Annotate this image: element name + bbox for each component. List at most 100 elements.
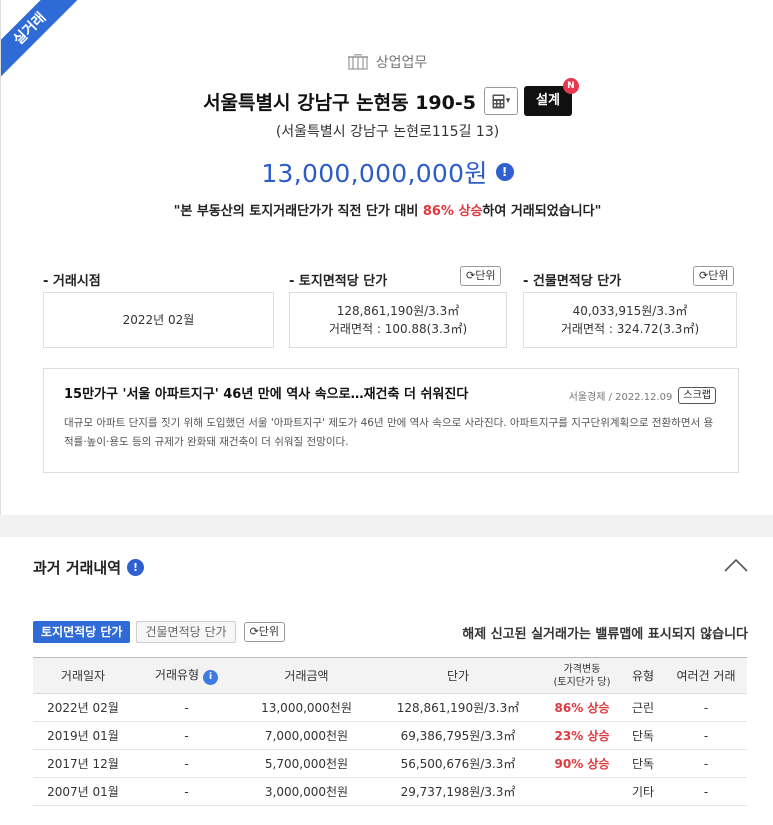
history-title: 과거 거래내역 ! bbox=[33, 557, 145, 578]
cell-amount: 7,000,000천원 bbox=[240, 721, 373, 750]
cell-amount: 3,000,000천원 bbox=[240, 777, 373, 806]
rise-percent: 86% 상승 bbox=[422, 204, 483, 219]
cell-kind: 근린 bbox=[621, 693, 665, 722]
building-area-value: 거래면적 : 324.72(3.3㎡) bbox=[560, 322, 700, 336]
road-address: (서울특별시 강남구 논현로115길 13) bbox=[275, 124, 500, 140]
cell-type: - bbox=[133, 777, 240, 806]
table-header-row: 거래일자 거래유형 i 거래금액 단가 가격변동 (토지단가 당) 유형 여러건 거… bbox=[33, 657, 747, 694]
building-unit-button[interactable]: ⟳단위 bbox=[693, 266, 735, 286]
design-button[interactable]: 설계 N bbox=[523, 78, 579, 116]
cell-kind: 단독 bbox=[621, 721, 665, 750]
price-rise-message: "본 부동산의 토지거래단가가 직전 단가 대비 86% 상승하여 거래되었습니… bbox=[1, 200, 773, 219]
building-icon bbox=[347, 54, 368, 70]
cell-date: 2007년 01월 bbox=[33, 777, 133, 806]
trade-history-section: 과거 거래내역 ! 토지면적당 단가 건물면적당 단가 ⟳단위 해제 신고된 실… bbox=[0, 537, 773, 825]
chevron-up-icon[interactable] bbox=[723, 557, 749, 573]
cell-multi: - bbox=[665, 777, 747, 806]
category-label: 상업업무 bbox=[375, 55, 428, 71]
cell-unit-price: 56,500,676원/3.3㎡ bbox=[373, 749, 543, 778]
cell-kind: 단독 bbox=[621, 749, 665, 778]
col-type: 거래유형 i bbox=[133, 657, 240, 694]
trade-date-label: - 거래시점 bbox=[43, 274, 101, 289]
trade-date-box: 2022년 02월 bbox=[43, 292, 274, 348]
scrap-button[interactable]: 스크랩 bbox=[678, 387, 716, 404]
history-info-icon[interactable]: ! bbox=[127, 559, 145, 576]
trade-history-table: 거래일자 거래유형 i 거래금액 단가 가격변동 (토지단가 당) 유형 여러건 거… bbox=[33, 657, 747, 806]
cell-unit-price: 29,737,198원/3.3㎡ bbox=[373, 777, 543, 806]
tab-building-price[interactable]: 건물면적당 단가 bbox=[136, 621, 236, 643]
property-category: 상업업무 bbox=[1, 52, 773, 72]
news-body: 대규모 아파트 단지를 짓기 위해 도입했던 서울 '아파트지구' 제도가 46… bbox=[64, 417, 714, 448]
calculator-button[interactable]: ▾ bbox=[483, 87, 518, 115]
cancel-notice: 해제 신고된 실거래가는 밸류맵에 표시되지 않습니다 bbox=[462, 627, 748, 642]
cell-multi: - bbox=[665, 721, 747, 750]
history-title-text: 과거 거래내역 bbox=[33, 559, 122, 577]
col-change-line2: (토지단가 당) bbox=[553, 676, 611, 688]
col-multi: 여러건 거래 bbox=[665, 657, 747, 694]
cell-amount: 13,000,000천원 bbox=[240, 693, 373, 722]
section-divider bbox=[0, 515, 773, 537]
cell-multi: - bbox=[665, 693, 747, 722]
history-unit-button[interactable]: ⟳단위 bbox=[243, 622, 286, 642]
rise-prefix: "본 부동산의 토지거래단가가 직전 단가 대비 bbox=[173, 204, 423, 219]
property-summary-card: 실거래 상업업무 서울특별시 강남구 논현동 190-5 ▾ 설계 N (서울특 bbox=[0, 0, 773, 515]
history-unit-label: 단위 bbox=[258, 625, 280, 638]
dropdown-arrow-icon: ▾ bbox=[505, 96, 511, 106]
cell-change: 23% 상승 bbox=[543, 721, 621, 750]
table-row: 2017년 12월 - 5,700,000천원 56,500,676원/3.3㎡… bbox=[33, 749, 747, 778]
cell-type: - bbox=[133, 693, 240, 722]
unit-tabs: 토지면적당 단가 건물면적당 단가 ⟳단위 bbox=[33, 621, 286, 643]
cell-unit-price: 128,861,190원/3.3㎡ bbox=[373, 693, 543, 722]
cell-type: - bbox=[133, 721, 240, 750]
cell-kind: 기타 bbox=[621, 777, 665, 806]
trade-date-value: 2022년 02월 bbox=[122, 313, 195, 327]
col-type-label: 거래유형 bbox=[154, 668, 200, 682]
new-badge: N bbox=[562, 78, 579, 94]
land-price-value: 128,861,190원/3.3㎡ bbox=[336, 304, 460, 318]
cell-amount: 5,700,000천원 bbox=[240, 749, 373, 778]
building-unit-label: 단위 bbox=[708, 269, 729, 282]
price-row: 13,000,000,000원 ! bbox=[1, 154, 773, 190]
cell-unit-price: 69,386,795원/3.3㎡ bbox=[373, 721, 543, 750]
building-price-label: - 건물면적당 단가 bbox=[523, 274, 622, 289]
table-row: 2022년 02월 - 13,000,000천원 128,861,190원/3.… bbox=[33, 693, 747, 722]
col-change-line1: 가격변동 bbox=[563, 663, 601, 675]
table-row: 2019년 01월 - 7,000,000천원 69,386,795원/3.3㎡… bbox=[33, 721, 747, 750]
cell-change: 90% 상승 bbox=[543, 749, 621, 778]
cell-multi: - bbox=[665, 749, 747, 778]
table-row: 2007년 01월 - 3,000,000천원 29,737,198원/3.3㎡… bbox=[33, 777, 747, 806]
land-price-box: 128,861,190원/3.3㎡ 거래면적 : 100.88(3.3㎡) bbox=[289, 292, 507, 348]
calculator-icon bbox=[492, 94, 505, 108]
col-date: 거래일자 bbox=[33, 657, 133, 694]
land-area-value: 거래면적 : 100.88(3.3㎡) bbox=[328, 322, 468, 336]
design-button-label: 설계 bbox=[535, 93, 560, 108]
building-price-box: 40,033,915원/3.3㎡ 거래면적 : 324.72(3.3㎡) bbox=[523, 292, 737, 348]
property-address: 서울특별시 강남구 논현동 190-5 bbox=[203, 91, 476, 114]
news-source-text: 서울경제 / 2022.12.09 bbox=[568, 392, 673, 403]
cell-change bbox=[543, 777, 621, 806]
address-row: 서울특별시 강남구 논현동 190-5 ▾ 설계 N bbox=[1, 78, 773, 116]
rise-suffix: 하여 거래되었습니다" bbox=[482, 204, 602, 219]
trade-price: 13,000,000,000원 bbox=[261, 159, 488, 188]
tab-land-price[interactable]: 토지면적당 단가 bbox=[33, 621, 131, 643]
col-price-change: 가격변동 (토지단가 당) bbox=[543, 657, 621, 694]
land-unit-button[interactable]: ⟳단위 bbox=[460, 266, 502, 286]
cell-date: 2019년 01월 bbox=[33, 721, 133, 750]
building-price-value: 40,033,915원/3.3㎡ bbox=[572, 304, 688, 318]
info-icon[interactable]: ! bbox=[495, 163, 514, 181]
type-info-icon[interactable]: i bbox=[203, 670, 219, 685]
cell-change: 86% 상승 bbox=[543, 693, 621, 722]
col-kind: 유형 bbox=[621, 657, 665, 694]
news-source: 서울경제 / 2022.12.09 스크랩 bbox=[569, 387, 716, 404]
land-unit-label: 단위 bbox=[475, 269, 496, 282]
refresh-icon: ⟳ bbox=[699, 269, 709, 282]
cell-type: - bbox=[133, 749, 240, 778]
col-unit-price: 단가 bbox=[373, 657, 543, 694]
cell-date: 2017년 12월 bbox=[33, 749, 133, 778]
refresh-icon: ⟳ bbox=[466, 269, 476, 282]
land-price-label: - 토지면적당 단가 bbox=[289, 274, 388, 289]
news-card[interactable]: 15만가구 '서울 아파트지구' 46년 만에 역사 속으로…재건축 더 쉬워진… bbox=[43, 368, 739, 473]
refresh-icon: ⟳ bbox=[249, 625, 259, 638]
col-amount: 거래금액 bbox=[240, 657, 373, 694]
cell-date: 2022년 02월 bbox=[33, 693, 133, 722]
